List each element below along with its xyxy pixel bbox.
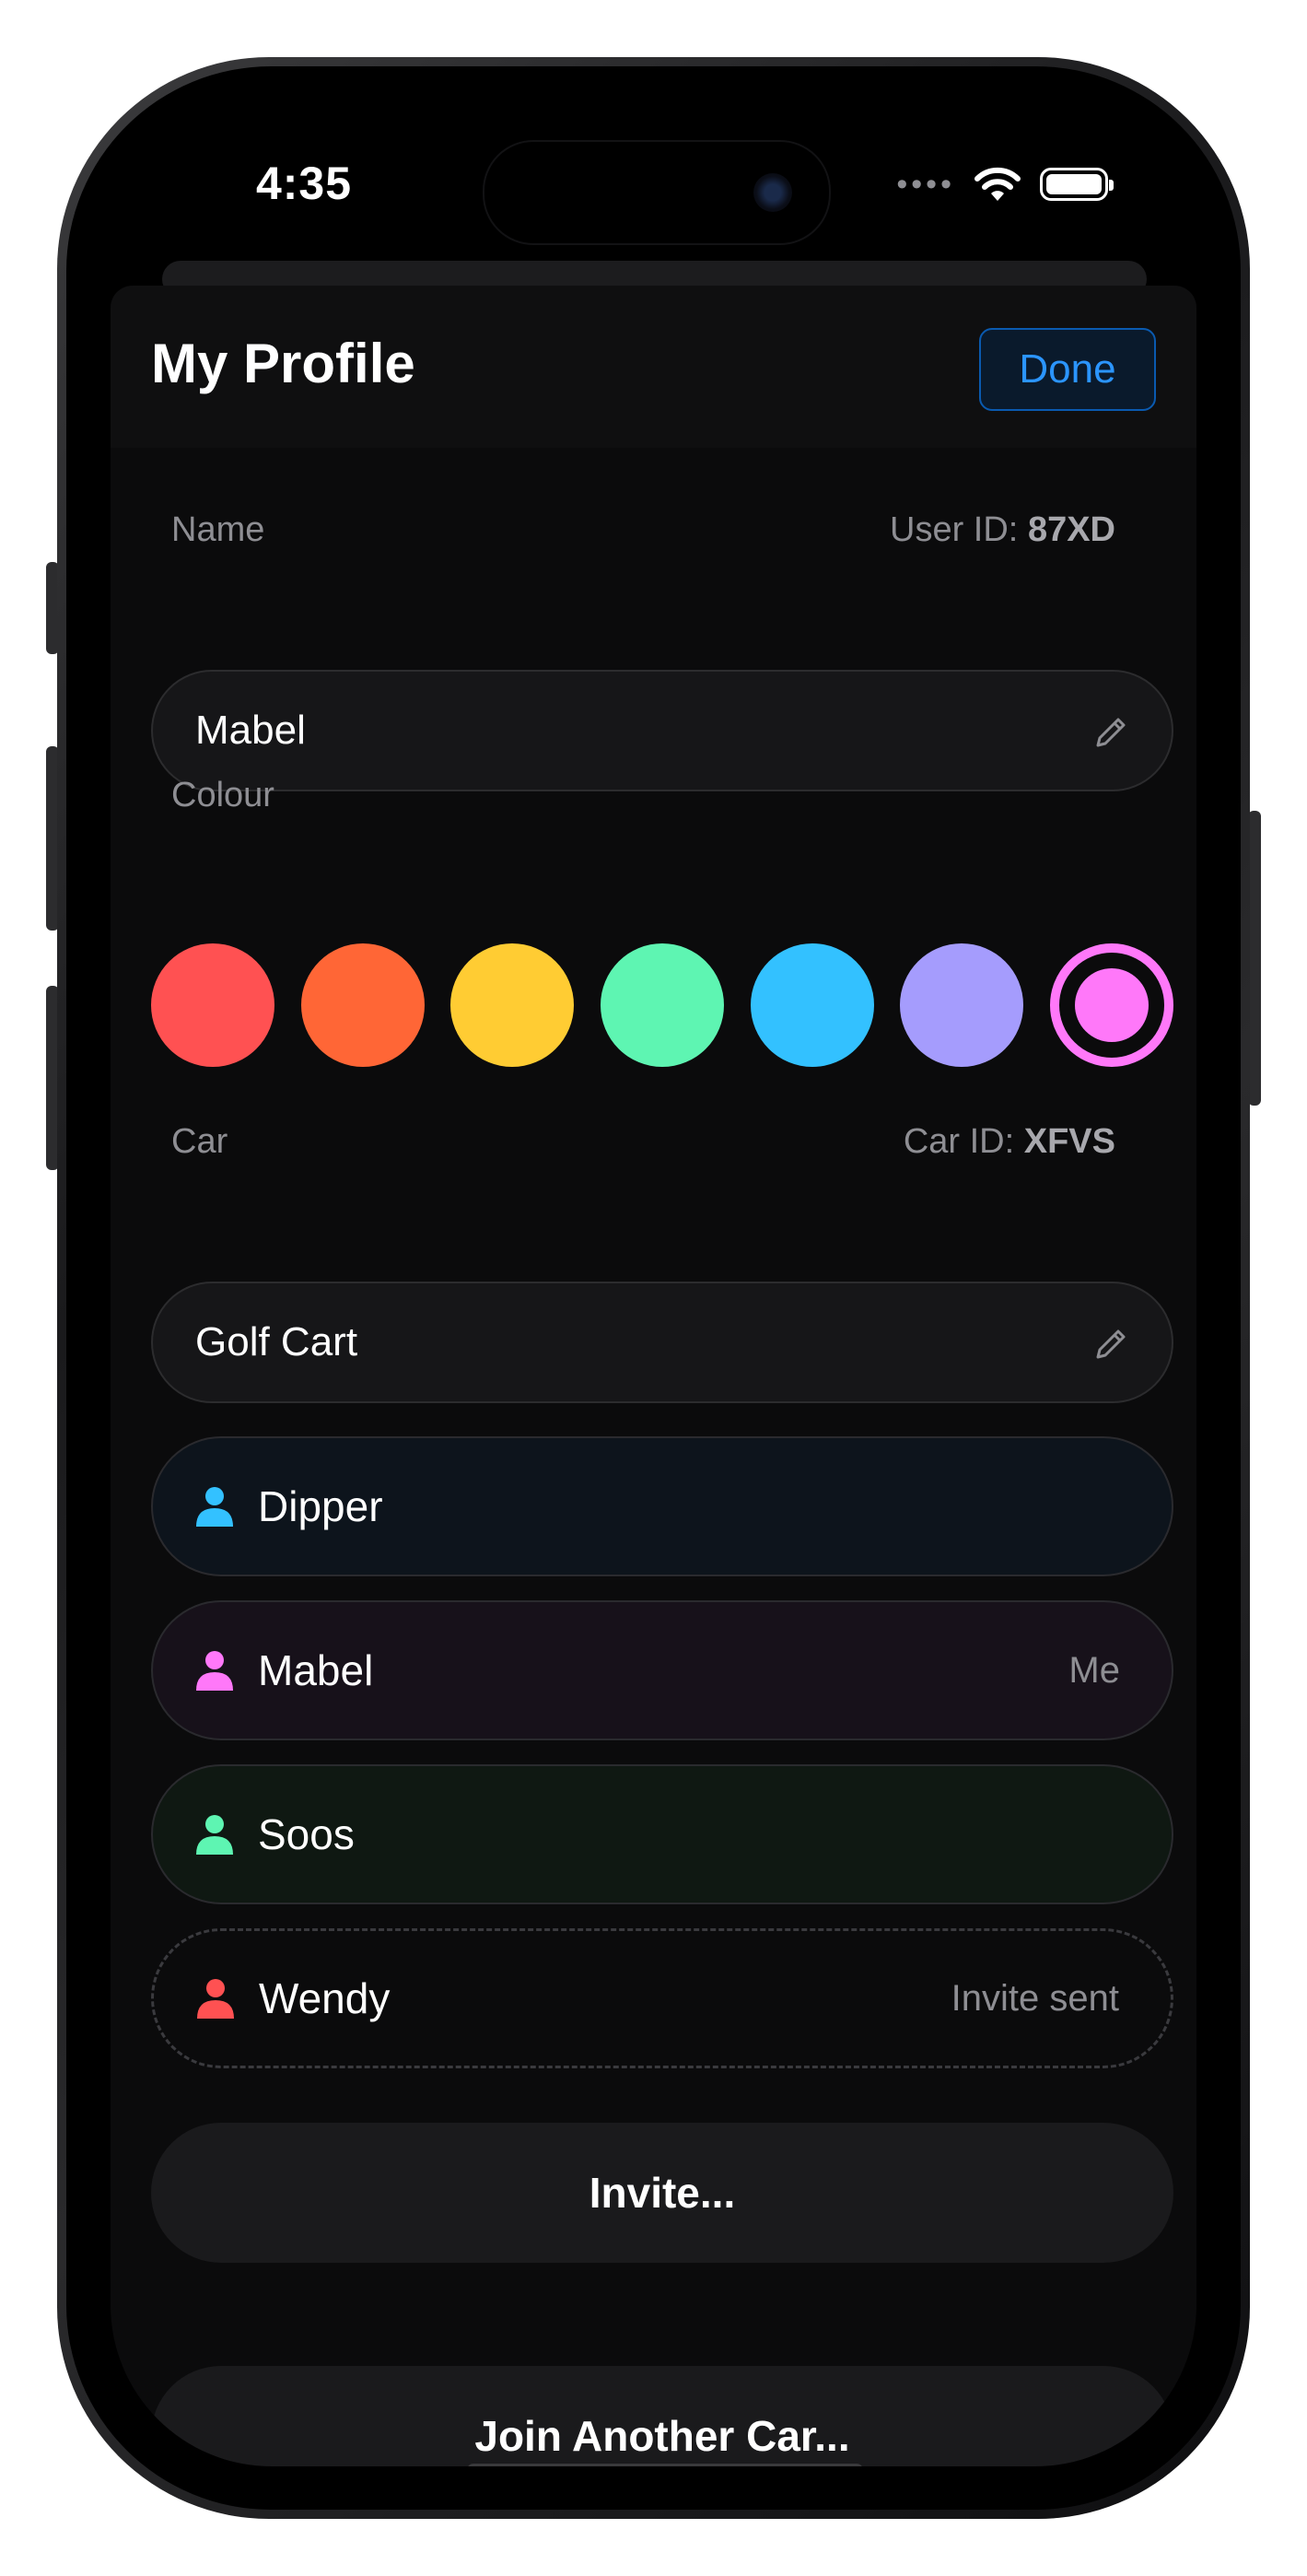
colour-swatch[interactable] [601,943,724,1067]
done-button[interactable]: Done [979,328,1156,411]
pencil-icon[interactable] [1091,1324,1131,1364]
user-id-label: User ID: 87XD [890,510,1115,550]
invite-button[interactable]: Invite... [151,2123,1173,2263]
colour-swatch[interactable] [151,943,274,1067]
power-button [1248,811,1261,1106]
car-field-value: Golf Cart [195,1319,358,1364]
member-name: Mabel [258,1646,374,1694]
colour-swatch[interactable] [900,943,1023,1067]
profile-sheet: My Profile Done Name User ID: 87XD Mabel… [111,286,1196,2466]
person-icon [196,1487,233,1527]
screen: 4:35 •••• My Profile Done Name User ID: … [111,109,1196,2466]
dynamic-island [483,140,831,245]
page-title: My Profile [151,333,415,394]
member-name: Dipper [258,1482,383,1530]
name-label: Name [171,510,265,549]
car-id-value: XFVS [1023,1122,1115,1161]
signal-dots-icon: •••• [896,167,955,202]
car-id-label: Car ID: XFVS [904,1122,1115,1162]
person-icon [196,1815,233,1855]
member-row[interactable]: Soos [151,1764,1173,1904]
member-tag: Me [1068,1649,1120,1691]
colour-label: Colour [171,776,274,814]
selected-colour-dot [1075,968,1149,1042]
member-name: Wendy [259,1974,391,2022]
camera-icon [753,173,792,212]
name-field[interactable]: Mabel [151,670,1173,791]
user-id-prefix: User ID: [890,510,1019,549]
status-icons: •••• [896,164,1114,205]
member-row[interactable]: Mabel Me [151,1600,1173,1740]
name-field-value: Mabel [195,708,306,753]
colour-swatch[interactable] [751,943,874,1067]
home-indicator [467,2464,863,2466]
member-tag: Invite sent [951,1977,1119,2019]
car-label: Car [171,1122,228,1161]
car-id-prefix: Car ID: [903,1122,1015,1161]
pencil-icon[interactable] [1091,712,1131,753]
status-time: 4:35 [255,158,353,209]
member-name: Soos [258,1810,355,1858]
colour-swatch-selected[interactable] [1050,943,1173,1067]
member-row[interactable]: Wendy Invite sent [151,1928,1173,2068]
person-icon [197,1979,234,2019]
person-icon [196,1651,233,1691]
colour-swatches [151,943,1173,1067]
battery-icon [1040,168,1114,201]
colour-swatch[interactable] [301,943,425,1067]
member-row[interactable]: Dipper [151,1436,1173,1576]
sheet-header: My Profile Done [111,286,1196,448]
colour-swatch[interactable] [450,943,574,1067]
car-name-field[interactable]: Golf Cart [151,1282,1173,1403]
wifi-icon [974,167,1021,201]
join-another-car-button[interactable]: Join Another Car... [151,2366,1173,2466]
user-id-value: 87XD [1027,510,1115,549]
